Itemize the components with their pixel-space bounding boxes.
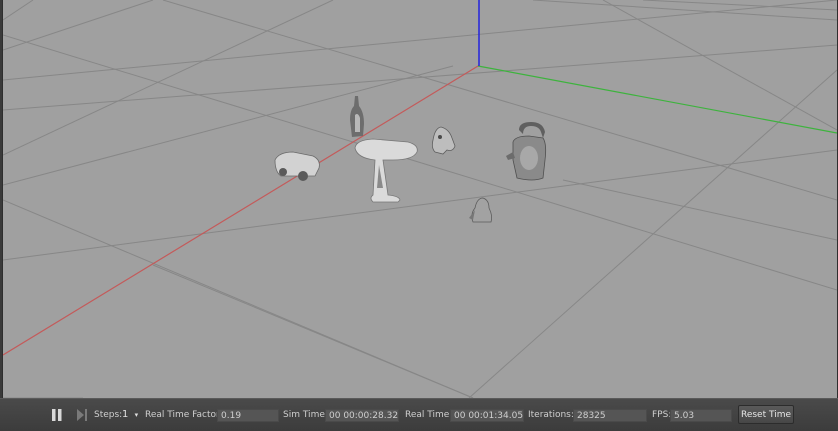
sim-time-label: Sim Time: — [283, 410, 328, 420]
simulation-toolbar: Steps: 1 ▾ Real Time Factor: 0.19 Sim Ti… — [0, 398, 838, 431]
real-time-label: Real Time: — [405, 410, 453, 420]
chevron-down-icon[interactable]: ▾ — [135, 411, 139, 419]
step-forward-icon[interactable] — [74, 407, 90, 423]
pause-icon[interactable] — [49, 407, 65, 423]
steps-value: 1 — [122, 409, 129, 420]
reset-time-button[interactable]: Reset Time — [738, 405, 794, 424]
bottle-model[interactable] — [350, 96, 364, 137]
sim-time-field: 00 00:00:28.325 — [325, 409, 399, 422]
scene-canvas — [3, 0, 837, 398]
iterations-field: 28325 — [573, 409, 647, 422]
steps-spinner[interactable]: 1 ▾ — [122, 399, 138, 431]
ground-grid — [3, 0, 837, 398]
fps-field: 5.03 — [670, 409, 732, 422]
steps-label: Steps: — [94, 410, 123, 420]
figurine-model[interactable] — [469, 197, 493, 223]
3d-viewport[interactable] — [2, 0, 838, 398]
fps-label: FPS: — [652, 410, 672, 420]
real-time-factor-field: 0.19 — [217, 409, 279, 422]
toy-dog-model[interactable] — [431, 126, 456, 155]
watering-can-model[interactable] — [506, 122, 547, 181]
real-time-factor-label: Real Time Factor: — [145, 410, 223, 420]
iterations-label: Iterations: — [528, 410, 574, 420]
real-time-field: 00 00:01:34.051 — [450, 409, 524, 422]
power-drill-model[interactable] — [354, 138, 418, 203]
x-axis-line — [3, 65, 479, 356]
